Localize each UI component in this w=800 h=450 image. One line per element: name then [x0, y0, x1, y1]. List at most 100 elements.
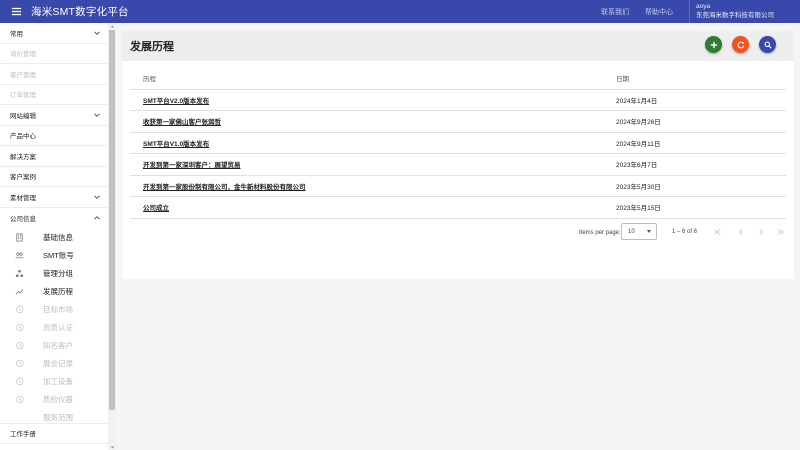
sidebar-item-key-clients[interactable]: 知名客户	[0, 336, 108, 354]
history-icon	[14, 304, 24, 314]
sidebar-label: 资质认证	[43, 322, 73, 332]
milestone-date: 2024年9月11日	[616, 132, 786, 154]
sidebar-item-equipment[interactable]: 加工设备	[0, 372, 108, 390]
sidebar-item-groups[interactable]: 管理分组	[0, 264, 108, 282]
page-size-select[interactable]: 10	[621, 223, 657, 240]
trend-icon	[14, 286, 24, 296]
sidebar-label: 管理分组	[43, 268, 73, 278]
sidebar-group-website[interactable]: 网站编辑	[0, 105, 108, 126]
help-link[interactable]: 帮助中心	[645, 7, 673, 17]
add-button[interactable]	[705, 36, 722, 53]
history-icon	[14, 322, 24, 332]
milestone-date: 2024年1月4日	[616, 89, 786, 111]
sidebar-label: 解决方案	[10, 153, 36, 161]
sidebar-item-certification[interactable]: 资质认证	[0, 318, 108, 336]
top-app-bar: 海米SMT数字化平台 联系我们 帮助中心 aoya 东莞海米数字科技有限公司	[0, 0, 800, 23]
chevron-down-icon	[94, 31, 100, 35]
sidebar-group-assets[interactable]: 素材管理	[0, 187, 108, 208]
sidebar-nav: 常用 询价管理 客户管理 订单管理 网站编辑 产品中心 解决方案 客户案例 素材…	[0, 23, 108, 450]
sidebar-item-target-market[interactable]: 目标市场	[0, 300, 108, 318]
sidebar-item-history[interactable]: 发展历程	[0, 282, 108, 300]
sidebar-group-company[interactable]: 公司信息	[0, 208, 108, 229]
table-row: SMT平台V2.0版本发布 2024年1月4日	[130, 89, 786, 111]
history-table: 历程 日期 SMT平台V2.0版本发布 2024年1月4日 收获第一家佛山客户张…	[130, 67, 786, 219]
contact-link[interactable]: 联系我们	[601, 7, 629, 17]
history-icon	[14, 394, 24, 404]
milestone-link[interactable]: 收获第一家佛山客户张润哲	[143, 119, 221, 126]
sidebar-item-basic-info[interactable]: 基础信息	[0, 228, 108, 246]
sidebar-item-customers[interactable]: 客户管理	[0, 64, 108, 85]
card-header: 发展历程	[122, 31, 794, 61]
sidebar-group-common[interactable]: 常用	[0, 23, 108, 44]
sidebar-label: 工作手册	[10, 431, 36, 439]
search-button[interactable]	[759, 36, 776, 53]
chevron-down-icon	[94, 195, 100, 199]
last-page-icon	[777, 229, 783, 235]
sidebar-item-smt-account[interactable]: SMT账号	[0, 246, 108, 264]
last-page-button[interactable]	[775, 227, 785, 237]
sidebar-label: 客户管理	[10, 71, 36, 79]
top-divider	[689, 0, 690, 23]
sidebar-item-cases[interactable]: 客户案例	[0, 167, 108, 187]
table-header-row: 历程 日期	[130, 67, 786, 90]
sidebar-label: SMT账号	[43, 250, 74, 260]
users-icon	[14, 250, 24, 260]
main-content: 发展历程 历程 日期 SMT平台V2.0版本发布 2024年1月4日 收获第一家…	[116, 23, 800, 450]
chevron-right-icon	[759, 229, 763, 235]
sidebar-label: 加工设备	[43, 376, 73, 386]
sidebar-item-orders[interactable]: 订单管理	[0, 85, 108, 105]
column-header-milestone[interactable]: 历程	[130, 67, 616, 90]
menu-icon[interactable]	[5, 0, 27, 23]
chevron-up-icon	[94, 215, 100, 220]
milestone-link[interactable]: SMT平台V2.0版本发布	[143, 98, 209, 105]
table-row: 公司成立 2023年5月15日	[130, 196, 786, 219]
user-name: aoya	[696, 3, 711, 10]
chevron-down-icon	[94, 113, 100, 117]
search-icon	[764, 41, 772, 49]
sidebar-label: 发展历程	[43, 286, 73, 296]
paginator: Items per page: 10 1 – 6 of 6	[122, 223, 794, 245]
sidebar-label: 素材管理	[10, 194, 36, 202]
milestone-link[interactable]: 开发到第一家深圳客户：展望贸易	[143, 162, 241, 169]
sidebar-scrollbar[interactable]	[108, 23, 116, 450]
history-card: 发展历程 历程 日期 SMT平台V2.0版本发布 2024年1月4日 收获第一家…	[122, 31, 794, 279]
column-header-date[interactable]: 日期	[616, 67, 786, 90]
first-page-button[interactable]	[713, 227, 723, 237]
scroll-thumb[interactable]	[109, 30, 115, 410]
table-row: 收获第一家佛山客户张润哲 2024年9月26日	[130, 110, 786, 133]
sidebar-item-products[interactable]: 产品中心	[0, 126, 108, 146]
sidebar-label: 公司信息	[10, 215, 36, 223]
sidebar-item-instruments[interactable]: 质检仪器	[0, 390, 108, 408]
sidebar-label: 知名客户	[43, 340, 73, 350]
sidebar-item-solutions[interactable]: 解决方案	[0, 146, 108, 167]
sidebar-item-inquiry[interactable]: 询价管理	[0, 44, 108, 64]
milestone-date: 2023年5月15日	[616, 196, 786, 219]
app-title: 海米SMT数字化平台	[31, 6, 129, 18]
scroll-up-icon[interactable]	[109, 23, 115, 29]
milestone-link[interactable]: 公司成立	[143, 205, 169, 212]
sidebar: 常用 询价管理 客户管理 订单管理 网站编辑 产品中心 解决方案 客户案例 素材…	[0, 23, 116, 450]
milestone-date: 2023年5月30日	[616, 175, 786, 197]
add-icon	[710, 41, 717, 48]
table-row: 开发到第一家股份制有限公司，金牛新材料股份有限公司 2023年5月30日	[130, 175, 786, 197]
refresh-button[interactable]	[732, 36, 749, 53]
previous-page-button[interactable]	[736, 227, 746, 237]
history-icon	[14, 340, 24, 350]
chevron-left-icon	[739, 229, 743, 235]
sidebar-item-manual[interactable]: 工作手册	[0, 423, 108, 444]
scroll-down-icon[interactable]	[109, 444, 115, 450]
table-row: 开发到第一家深圳客户：展望贸易 2023年6月7日	[130, 153, 786, 176]
page-title: 发展历程	[130, 41, 174, 53]
user-menu[interactable]: aoya 东莞海米数字科技有限公司	[696, 3, 800, 20]
sidebar-item-exhibitions[interactable]: 展会记录	[0, 354, 108, 372]
page-size-value: 10	[628, 228, 635, 235]
history-icon	[14, 358, 24, 368]
sidebar-label: 展会记录	[43, 358, 73, 368]
next-page-button[interactable]	[756, 227, 766, 237]
refresh-icon	[737, 41, 744, 48]
milestone-link[interactable]: SMT平台V1.0版本发布	[143, 141, 209, 148]
milestone-date: 2024年9月26日	[616, 110, 786, 133]
sidebar-label: 目标市场	[43, 304, 73, 314]
milestone-link[interactable]: 开发到第一家股份制有限公司，金牛新材料股份有限公司	[143, 184, 306, 191]
sidebar-label: 产品中心	[10, 133, 36, 141]
